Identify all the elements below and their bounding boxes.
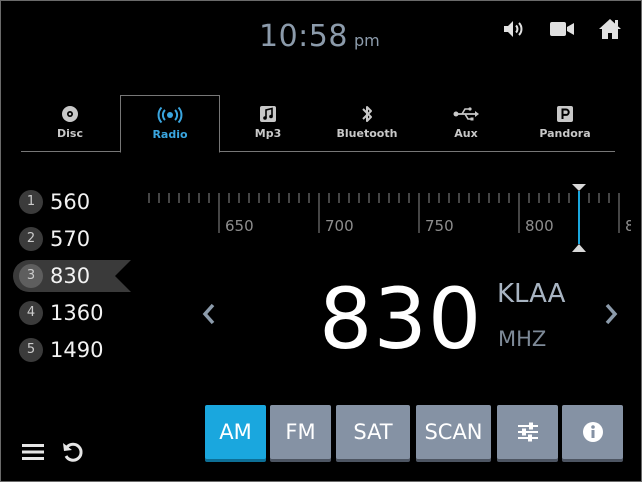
preset-number: 4: [19, 300, 43, 325]
sliders-icon: [517, 422, 538, 442]
scan-button[interactable]: SCAN: [416, 405, 491, 459]
tune-up-chevron-icon[interactable]: [601, 301, 621, 327]
preset-list: 1 560 2 570 3 830 4 1360 5 1490: [13, 183, 133, 368]
tune-down-chevron-icon[interactable]: [199, 301, 219, 327]
tab-label: Pandora: [539, 127, 591, 140]
preset-frequency: 560: [50, 189, 91, 214]
preset-2[interactable]: 2 570: [13, 220, 133, 257]
volume-icon[interactable]: [501, 17, 527, 41]
preset-number: 3: [19, 263, 43, 288]
tab-radio[interactable]: Radio: [120, 95, 220, 153]
home-icon[interactable]: [597, 17, 623, 41]
tab-mp3[interactable]: Mp3: [219, 95, 317, 151]
preset-3[interactable]: 3 830: [13, 257, 133, 294]
info-button[interactable]: [562, 405, 623, 459]
clock-time: 10:58: [259, 19, 348, 54]
tab-label: Radio: [152, 128, 188, 141]
clock: 10:58 pm: [259, 19, 380, 54]
am-button[interactable]: AM: [205, 405, 266, 459]
tab-disc[interactable]: Disc: [21, 95, 119, 151]
video-camera-icon[interactable]: [549, 17, 575, 41]
tab-bluetooth[interactable]: Bluetooth: [318, 95, 416, 151]
clock-ampm: pm: [353, 31, 380, 50]
bluetooth-icon: [318, 102, 416, 126]
preset-frequency: 1490: [50, 337, 104, 362]
preset-number: 5: [19, 337, 43, 362]
source-tabs: Disc Radio Mp3 Bluetooth Aux Pandora: [21, 95, 615, 153]
menu-icon[interactable]: [21, 442, 45, 466]
footer-controls: [21, 441, 85, 467]
tuner-label-650: 650: [225, 217, 254, 235]
tab-label: Mp3: [254, 127, 282, 140]
tuner-label-750: 750: [425, 217, 454, 235]
usb-icon: [417, 102, 515, 126]
current-frequency: 830: [319, 270, 483, 368]
tuner-label-700: 700: [325, 217, 354, 235]
pandora-icon: [516, 102, 614, 126]
back-icon[interactable]: [61, 441, 85, 467]
tab-label: Aux: [454, 127, 478, 140]
tab-label: Bluetooth: [336, 127, 398, 140]
radio-broadcast-icon: [121, 103, 219, 127]
preset-number: 1: [19, 189, 43, 214]
sat-button[interactable]: SAT: [336, 405, 410, 459]
disc-icon: [21, 102, 119, 126]
radio-screen: 10:58 pm Disc Radio Mp3 Bluetooth Aux Pa…: [0, 0, 642, 482]
tuner-label-850: 8: [625, 217, 631, 235]
frequency-unit: MHZ: [498, 327, 547, 351]
preset-number: 2: [19, 226, 43, 251]
tuner-needle[interactable]: [572, 184, 586, 252]
tuner-label-800: 800: [525, 217, 554, 235]
fm-button[interactable]: FM: [270, 405, 331, 459]
tab-pandora[interactable]: Pandora: [516, 95, 614, 151]
station-name: KLAA: [497, 279, 566, 309]
preset-frequency: 570: [50, 226, 91, 251]
preset-1[interactable]: 1 560: [13, 183, 133, 220]
tab-label: Disc: [57, 127, 83, 140]
top-icons: [501, 17, 623, 41]
preset-frequency: 1360: [50, 300, 104, 325]
tab-aux[interactable]: Aux: [417, 95, 515, 151]
equalizer-button[interactable]: [497, 405, 558, 459]
info-icon: [582, 422, 603, 442]
tuner-scale[interactable]: 650 700 750 800 8: [141, 181, 631, 261]
preset-4[interactable]: 4 1360: [13, 294, 133, 331]
preset-5[interactable]: 5 1490: [13, 331, 133, 368]
preset-frequency: 830: [50, 263, 91, 288]
music-file-icon: [219, 102, 317, 126]
